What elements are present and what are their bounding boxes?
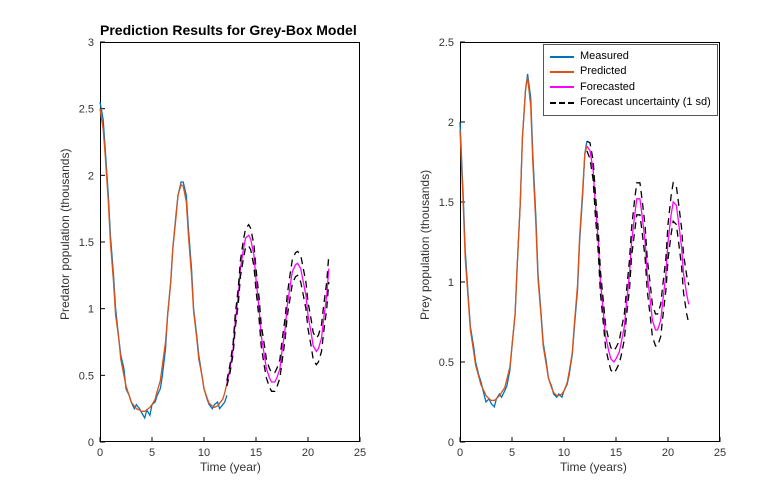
legend-label: Forecast uncertainty (1 sd) bbox=[580, 95, 711, 110]
legend-label: Predicted bbox=[580, 64, 626, 79]
xlabel-left: Time (year) bbox=[200, 460, 261, 474]
svg-text:20: 20 bbox=[662, 447, 674, 459]
svg-text:5: 5 bbox=[509, 447, 515, 459]
svg-text:3: 3 bbox=[88, 37, 94, 49]
svg-text:1: 1 bbox=[448, 277, 454, 289]
legend-label: Measured bbox=[580, 49, 629, 64]
svg-text:10: 10 bbox=[198, 447, 210, 459]
svg-text:0.5: 0.5 bbox=[79, 370, 94, 382]
swatch-icon bbox=[550, 86, 574, 88]
svg-text:2: 2 bbox=[448, 117, 454, 129]
svg-text:0: 0 bbox=[448, 437, 454, 449]
swatch-icon bbox=[550, 56, 574, 58]
figure-title: Prediction Results for Grey-Box Model bbox=[100, 22, 357, 38]
svg-text:5: 5 bbox=[149, 447, 155, 459]
legend-item: Measured bbox=[550, 49, 711, 64]
ylabel-right: Prey population (thousands) bbox=[418, 170, 432, 320]
svg-text:15: 15 bbox=[250, 447, 262, 459]
svg-text:10: 10 bbox=[558, 447, 570, 459]
svg-text:2.5: 2.5 bbox=[439, 37, 454, 49]
svg-text:20: 20 bbox=[302, 447, 314, 459]
svg-text:2: 2 bbox=[88, 170, 94, 182]
svg-text:0: 0 bbox=[97, 447, 103, 459]
svg-text:1.5: 1.5 bbox=[79, 237, 94, 249]
swatch-icon bbox=[550, 71, 574, 73]
svg-text:1: 1 bbox=[88, 304, 94, 316]
xlabel-right: Time (years) bbox=[560, 460, 627, 474]
ylabel-left: Predator population (thousands) bbox=[58, 149, 72, 320]
legend-item: Forecasted bbox=[550, 80, 711, 95]
svg-text:0: 0 bbox=[457, 447, 463, 459]
svg-text:25: 25 bbox=[714, 447, 726, 459]
legend: Measured Predicted Forecasted Forecast u… bbox=[543, 44, 718, 116]
svg-text:1.5: 1.5 bbox=[439, 197, 454, 209]
svg-text:0.5: 0.5 bbox=[439, 357, 454, 369]
legend-item: Forecast uncertainty (1 sd) bbox=[550, 95, 711, 110]
svg-text:0: 0 bbox=[88, 437, 94, 449]
svg-text:15: 15 bbox=[610, 447, 622, 459]
axes-predator: 051015202500.511.522.53 bbox=[100, 42, 360, 442]
legend-item: Predicted bbox=[550, 64, 711, 79]
legend-label: Forecasted bbox=[580, 80, 635, 95]
swatch-icon bbox=[550, 102, 574, 104]
svg-text:25: 25 bbox=[354, 447, 366, 459]
figure: Prediction Results for Grey-Box Model 05… bbox=[0, 0, 784, 504]
svg-text:2.5: 2.5 bbox=[79, 104, 94, 116]
